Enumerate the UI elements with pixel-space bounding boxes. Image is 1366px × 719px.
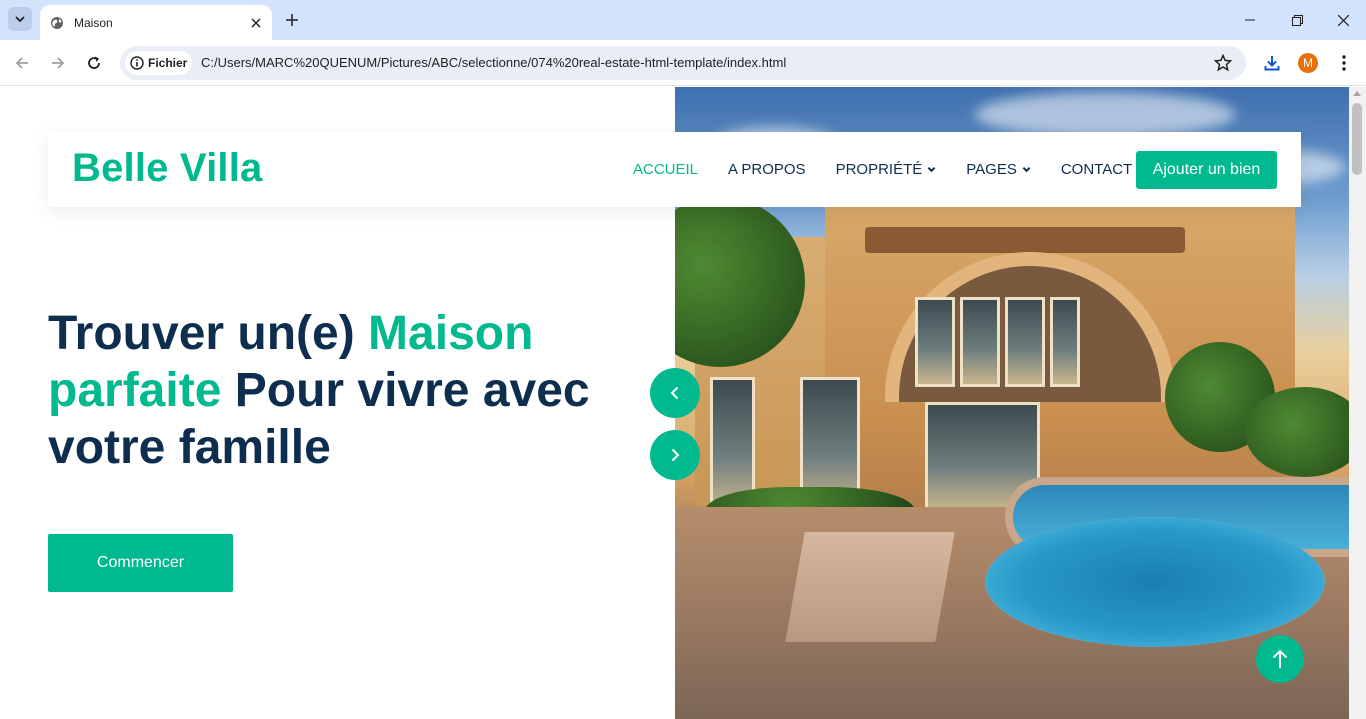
hero-title: Trouver un(e) Maison parfaite Pour vivre… (48, 305, 648, 476)
chevron-down-icon (15, 16, 25, 23)
nav-item-label: PAGES (966, 161, 1017, 178)
scrollbar-thumb[interactable] (1352, 103, 1362, 175)
nav-item-accueil[interactable]: ACCUEIL (633, 161, 698, 178)
download-icon (1264, 56, 1280, 71)
nav-menu: ACCUEIL A PROPOS PROPRIÉTÉ PAGES CONTACT (633, 132, 1162, 207)
scroll-up-arrow-icon[interactable] (1353, 91, 1361, 96)
restore-button[interactable] (1287, 10, 1307, 30)
nav-item-label: PROPRIÉTÉ (835, 161, 923, 178)
arrow-right-icon (52, 57, 65, 69)
carousel-prev-button[interactable] (650, 368, 700, 418)
forward-button[interactable] (46, 51, 70, 75)
globe-icon (51, 16, 63, 29)
info-icon (130, 56, 144, 70)
nav-item-label: ACCUEIL (633, 161, 699, 178)
reload-icon (88, 56, 100, 69)
tab-title: Maison (74, 15, 113, 30)
site-navbar: Belle Villa ACCUEIL A PROPOS PROPRIÉTÉ P… (48, 132, 1301, 207)
tab-search-button[interactable] (8, 7, 32, 31)
plus-icon (286, 14, 298, 26)
bookmark-star-icon[interactable] (1214, 54, 1232, 72)
reload-button[interactable] (82, 51, 106, 75)
restore-icon (1291, 14, 1303, 26)
nav-item-contact[interactable]: CONTACT (1061, 161, 1132, 178)
url-text[interactable]: C:/Users/MARC%20QUENUM/Pictures/ABC/sele… (201, 55, 786, 70)
chevron-down-icon (1022, 166, 1031, 173)
browser-menu-button[interactable] (1334, 51, 1354, 75)
download-button[interactable] (1260, 51, 1284, 75)
address-bar[interactable]: Fichier C:/Users/MARC%20QUENUM/Pictures/… (120, 46, 1246, 80)
minimize-button[interactable] (1240, 10, 1260, 30)
add-property-button[interactable]: Ajouter un bien (1136, 151, 1277, 189)
active-tab[interactable]: Maison (40, 5, 272, 40)
chevron-down-icon (927, 166, 936, 173)
nav-item-a-propos[interactable]: A PROPOS (728, 161, 806, 178)
chevron-right-icon (671, 448, 680, 462)
close-icon (1337, 14, 1349, 26)
profile-avatar[interactable]: M (1298, 53, 1318, 73)
back-button[interactable] (10, 51, 34, 75)
nav-item-propriete[interactable]: PROPRIÉTÉ (836, 161, 937, 178)
nav-item-pages[interactable]: PAGES (966, 161, 1031, 178)
browser-tab-bar: Maison (0, 0, 1366, 40)
arrow-up-icon (1272, 649, 1288, 668)
chevron-left-icon (670, 386, 679, 400)
browser-toolbar: Fichier C:/Users/MARC%20QUENUM/Pictures/… (0, 40, 1366, 86)
new-tab-button[interactable] (282, 10, 302, 30)
close-window-button[interactable] (1333, 10, 1353, 30)
site-info-chip[interactable]: Fichier (125, 51, 192, 75)
arrow-left-icon (15, 57, 28, 69)
hero-title-part1: Trouver un(e) (48, 307, 369, 360)
page-viewport: Belle Villa ACCUEIL A PROPOS PROPRIÉTÉ P… (0, 87, 1366, 719)
site-chip-label: Fichier (148, 56, 188, 70)
nav-item-label: CONTACT (1060, 161, 1133, 178)
more-vert-icon (1342, 55, 1346, 71)
minimize-icon (1245, 19, 1255, 21)
site-logo[interactable]: Belle Villa (72, 146, 262, 191)
carousel-next-button[interactable] (650, 430, 700, 480)
close-tab-icon[interactable] (248, 15, 264, 31)
page-scrollbar[interactable] (1349, 87, 1366, 719)
nav-item-label: A PROPOS (728, 161, 806, 178)
back-to-top-button[interactable] (1256, 635, 1304, 683)
start-button[interactable]: Commencer (48, 534, 233, 592)
